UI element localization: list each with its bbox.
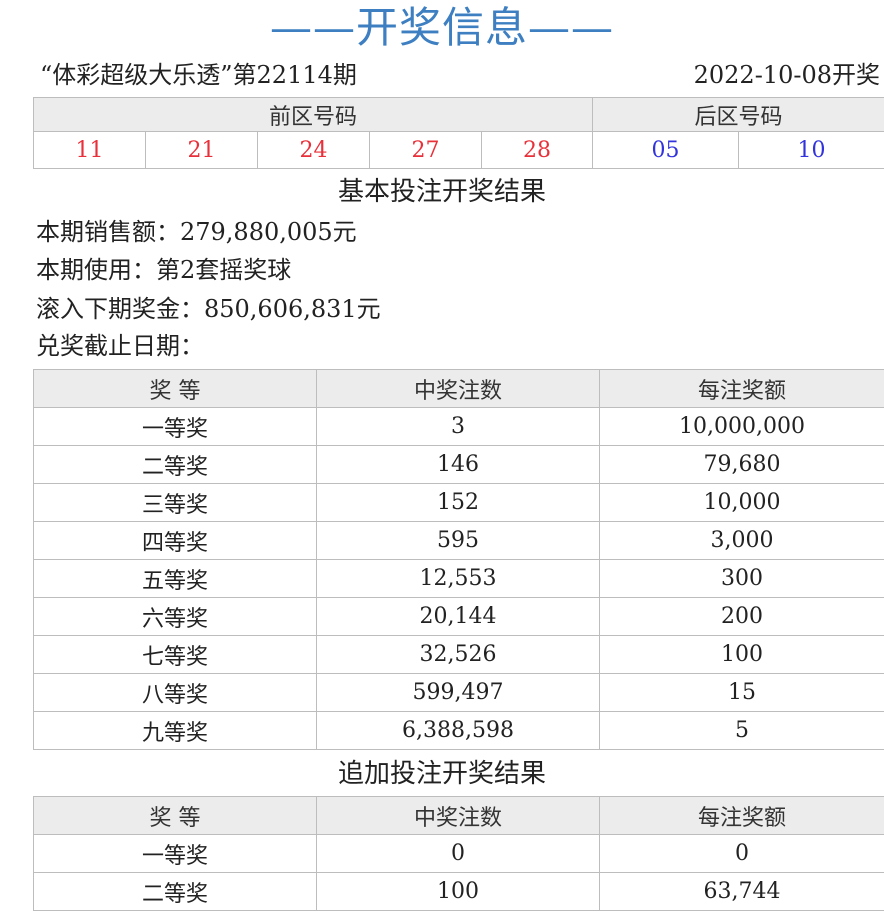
- prize-amount: 200: [599, 597, 884, 636]
- prize-level: 七等奖: [33, 635, 317, 674]
- column-header: 奖 等: [33, 369, 317, 408]
- extra-prize-table: 奖 等 中奖注数 每注奖额 一等奖 0 0 二等奖 100 63,744: [33, 796, 884, 911]
- prize-amount: 300: [599, 559, 884, 598]
- prize-amount: 3,000: [599, 521, 884, 560]
- prize-level: 一等奖: [33, 834, 317, 873]
- prize-level: 六等奖: [33, 597, 317, 636]
- winning-numbers-table: 前区号码 后区号码 11 21 24 27 28 05 10: [32, 97, 884, 169]
- prize-level: 五等奖: [33, 559, 317, 598]
- prize-amount: 63,744: [599, 872, 884, 911]
- rollover-amount: 滚入下期奖金：850,606,831元: [36, 295, 381, 323]
- prize-amount: 100: [599, 635, 884, 674]
- front-zone-header: 前区号码: [32, 97, 594, 132]
- table-row: 六等奖 20,144 200: [33, 597, 884, 636]
- claim-deadline: 兑奖截止日期：: [36, 332, 204, 360]
- winner-count: 100: [316, 872, 600, 911]
- winner-count: 152: [316, 483, 600, 522]
- front-number: 28: [480, 131, 594, 169]
- column-header: 每注奖额: [599, 796, 884, 835]
- basic-prize-table: 奖 等 中奖注数 每注奖额 一等奖 3 10,000,000 二等奖 146 79,68…: [33, 369, 884, 750]
- winner-count: 3: [316, 407, 600, 446]
- front-number: 24: [257, 131, 370, 169]
- winner-count: 20,144: [316, 597, 600, 636]
- winner-count: 0: [316, 834, 600, 873]
- back-number: 10: [738, 131, 884, 169]
- sales-amount: 本期销售额：279,880,005元: [36, 218, 357, 246]
- prize-level: 一等奖: [33, 407, 317, 446]
- table-row: 四等奖 595 3,000: [33, 521, 884, 560]
- winner-count: 146: [316, 445, 600, 484]
- prize-level: 二等奖: [33, 872, 317, 911]
- table-header-row: 奖 等 中奖注数 每注奖额: [33, 796, 884, 835]
- table-header-row: 奖 等 中奖注数 每注奖额: [33, 369, 884, 408]
- winner-count: 32,526: [316, 635, 600, 674]
- prize-level: 三等奖: [33, 483, 317, 522]
- table-row: 七等奖 32,526 100: [33, 635, 884, 674]
- draw-subheader: “体彩超级大乐透”第22114期 2022-10-08开奖: [40, 58, 880, 92]
- prize-level: 九等奖: [33, 711, 317, 750]
- column-header: 奖 等: [33, 796, 317, 835]
- front-number: 27: [369, 131, 482, 169]
- prize-amount: 5: [599, 711, 884, 750]
- column-header: 中奖注数: [316, 796, 600, 835]
- lottery-issue: “体彩超级大乐透”第22114期: [40, 61, 357, 89]
- prize-level: 四等奖: [33, 521, 317, 560]
- draw-date: 2022-10-08开奖: [693, 61, 880, 89]
- back-zone-header: 后区号码: [592, 97, 884, 132]
- table-row: 一等奖 0 0: [33, 834, 884, 873]
- front-number: 21: [145, 131, 258, 169]
- table-row: 三等奖 152 10,000: [33, 483, 884, 522]
- prize-amount: 79,680: [599, 445, 884, 484]
- front-number: 11: [33, 131, 146, 169]
- page-title: ——开奖信息——: [269, 3, 614, 52]
- winner-count: 595: [316, 521, 600, 560]
- winner-count: 599,497: [316, 673, 600, 712]
- prize-amount: 15: [599, 673, 884, 712]
- basic-results-title: 基本投注开奖结果: [337, 177, 546, 207]
- prize-amount: 0: [599, 834, 884, 873]
- column-header: 每注奖额: [599, 369, 884, 408]
- table-row: 八等奖 599,497 15: [33, 673, 884, 712]
- prize-level: 八等奖: [33, 673, 317, 712]
- winner-count: 12,553: [316, 559, 600, 598]
- winner-count: 6,388,598: [316, 711, 600, 750]
- ball-set-info: 本期使用：第2套摇奖球: [36, 256, 292, 284]
- prize-level: 二等奖: [33, 445, 317, 484]
- extra-results-title: 追加投注开奖结果: [337, 759, 546, 789]
- table-row: 五等奖 12,553 300: [33, 559, 884, 598]
- prize-amount: 10,000,000: [599, 407, 884, 446]
- back-number: 05: [592, 131, 740, 169]
- table-row: 二等奖 146 79,680: [33, 445, 884, 484]
- table-row: 九等奖 6,388,598 5: [33, 711, 884, 750]
- prize-amount: 10,000: [599, 483, 884, 522]
- column-header: 中奖注数: [316, 369, 600, 408]
- table-row: 二等奖 100 63,744: [33, 872, 884, 911]
- table-row: 一等奖 3 10,000,000: [33, 407, 884, 446]
